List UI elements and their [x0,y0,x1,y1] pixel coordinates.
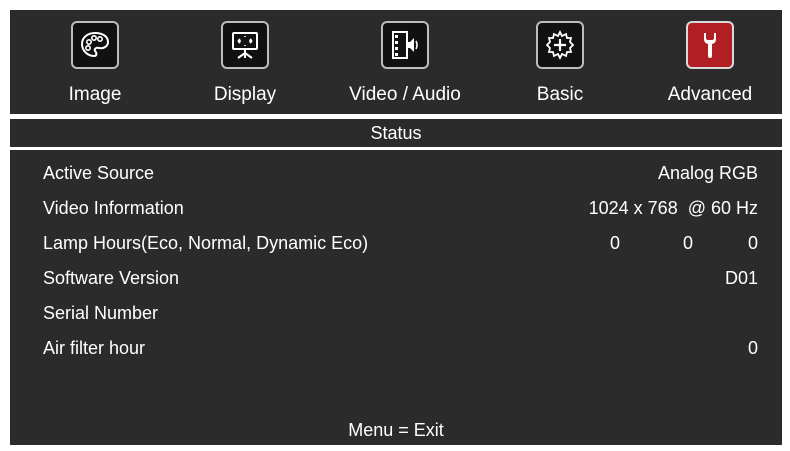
video-information-value: 1024 x 768 @ 60 Hz [588,198,758,218]
display-screen-icon [221,21,269,69]
palette-icon [71,21,119,69]
tab-display-label: Display [213,84,277,105]
gear-icon [536,21,584,69]
row-video-information[interactable]: Video Information 1024 x 768 @ 60 Hz [10,193,782,223]
wrench-icon [686,21,734,69]
row-active-source[interactable]: Active Source Analog RGB [10,158,782,188]
tab-basic-label: Basic [536,84,584,105]
video-information-label: Video Information [43,198,184,218]
osd-menu: Image Display Video / Audio Basic Advanc… [10,10,782,445]
air-filter-hour-value: 0 [747,338,758,358]
software-version-label: Software Version [43,268,180,288]
video-audio-icon [381,21,429,69]
serial-number-label: Serial Number [43,303,159,323]
lamp-hours-label: Lamp Hours(Eco, Normal, Dynamic Eco) [43,233,369,253]
row-serial-number[interactable]: Serial Number [10,298,782,328]
tab-advanced[interactable]: Advanced [640,10,780,114]
lamp-hours-dynamic-eco-value: 0 [747,233,758,253]
tab-video-audio[interactable]: Video / Audio [330,10,480,114]
active-source-value: Analog RGB [657,163,758,183]
tab-video-audio-label: Video / Audio [349,84,461,105]
row-lamp-hours[interactable]: Lamp Hours(Eco, Normal, Dynamic Eco) 0 0… [10,228,782,258]
tab-display[interactable]: Display [180,10,310,114]
divider-top [10,114,782,119]
divider-bottom [10,147,782,150]
lamp-hours-normal-value: 0 [682,233,693,253]
active-source-label: Active Source [43,163,155,183]
row-air-filter-hour[interactable]: Air filter hour 0 [10,333,782,363]
tab-image[interactable]: Image [30,10,160,114]
tab-image-label: Image [68,84,122,105]
air-filter-hour-label: Air filter hour [43,338,146,358]
tab-basic[interactable]: Basic [500,10,620,114]
section-title: Status [370,123,422,143]
tab-bar: Image Display Video / Audio Basic Advanc… [10,10,782,114]
lamp-hours-eco-value: 0 [609,233,620,253]
row-software-version[interactable]: Software Version D01 [10,263,782,293]
software-version-value: D01 [724,268,758,288]
tab-advanced-label: Advanced [667,84,753,105]
footer-hint: Menu = Exit [348,420,444,440]
